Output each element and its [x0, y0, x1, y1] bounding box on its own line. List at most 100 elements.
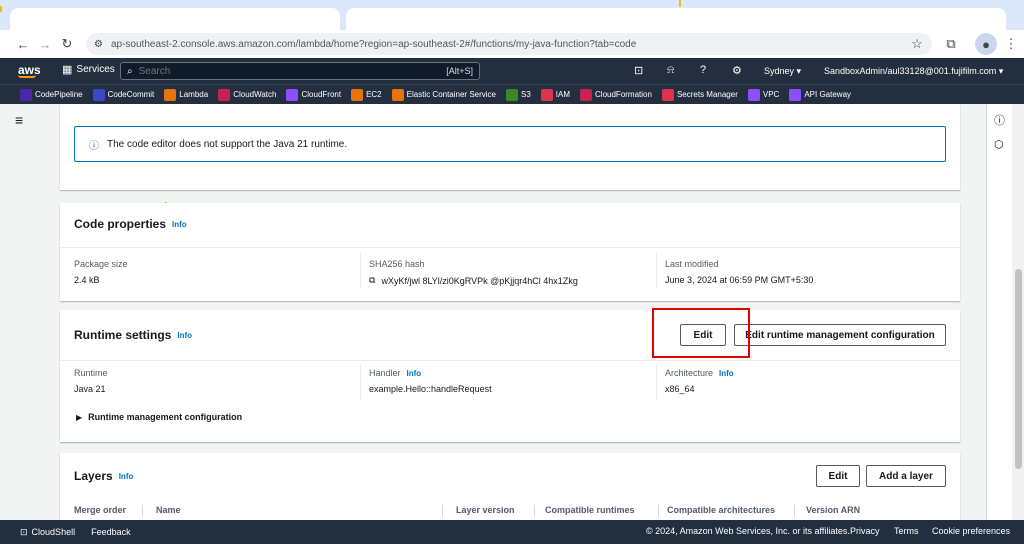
favorite-s3[interactable]: S3 [506, 88, 531, 101]
code-properties-title: Code properties [74, 217, 167, 231]
service-icon [351, 88, 364, 101]
favorite-cloudfront[interactable]: CloudFront [286, 88, 342, 101]
divider [60, 247, 960, 248]
favorite-ec2[interactable]: EC2 [351, 88, 382, 101]
favorite-label: API Gateway [804, 90, 852, 99]
favorite-codecommit[interactable]: CodeCommit [92, 88, 154, 101]
layers-info-link[interactable]: Info [119, 472, 134, 481]
reload-icon[interactable]: ↻ [56, 33, 78, 55]
browser-tab-area [346, 8, 1006, 30]
menu-hamburger-icon[interactable]: ≡ [15, 112, 23, 128]
handler-value: example.Hello::handleRequest [369, 384, 492, 394]
runtime-management-expander-label: Runtime management configuration [88, 412, 243, 422]
favorite-cloudwatch[interactable]: CloudWatch [218, 88, 277, 101]
service-icon [92, 88, 105, 101]
copy-icon[interactable]: ⧉ [369, 275, 375, 286]
column-divider [442, 505, 443, 517]
runtime-value: Java 21 [74, 384, 106, 394]
service-icon [580, 88, 593, 101]
privacy-link[interactable]: Privacy [850, 526, 880, 536]
service-icon [218, 88, 231, 101]
add-layer-button[interactable]: Add a layer [866, 465, 946, 487]
favorite-api-gateway[interactable]: API Gateway [789, 88, 852, 101]
column-compatible-runtimes[interactable]: Compatible runtimes [545, 505, 635, 515]
favorite-vpc[interactable]: VPC [747, 88, 779, 101]
layers-edit-button[interactable]: Edit [816, 465, 860, 487]
search-input[interactable] [138, 65, 419, 77]
favorite-cloudformation[interactable]: CloudFormation [580, 88, 652, 101]
cloudshell-icon[interactable]: ⊡ [634, 64, 643, 77]
runtime-management-expander[interactable]: ▶ Runtime management configuration [76, 412, 242, 422]
browser-tab[interactable] [10, 8, 340, 30]
search-shortcut: [Alt+S] [446, 66, 473, 76]
architecture-info-link[interactable]: Info [719, 369, 734, 378]
favorite-secrets-manager[interactable]: Secrets Manager [661, 88, 738, 101]
favorite-label: CodePipeline [35, 90, 83, 99]
url-box[interactable]: ⚙ ap-southeast-2.console.aws.amazon.com/… [86, 33, 932, 55]
cookie-preferences-link[interactable]: Cookie preferences [932, 526, 1010, 536]
favorite-codepipeline[interactable]: CodePipeline [20, 88, 83, 101]
runtime-label: Runtime [74, 368, 108, 378]
handler-label: Handler [369, 368, 401, 378]
favorite-iam[interactable]: IAM [540, 88, 570, 101]
scrollbar-thumb[interactable] [1015, 269, 1022, 469]
service-icon [20, 88, 32, 101]
service-icon [540, 88, 553, 101]
feedback-link[interactable]: Feedback [91, 527, 131, 537]
caret-right-icon: ▶ [76, 412, 83, 422]
browser-menu-icon[interactable]: ⋮ [1000, 33, 1022, 55]
site-info-icon[interactable]: ⚙ [94, 39, 103, 50]
code-properties-info-link[interactable]: Info [172, 220, 187, 229]
layers-panel: Layers Info Edit Add a layer Merge order… [60, 453, 960, 520]
layers-table-header: Merge order Name Layer version Compatibl… [74, 505, 954, 519]
bookmark-star-icon[interactable]: ☆ [906, 33, 928, 55]
copyright-text: © 2024, Amazon Web Services, Inc. or its… [646, 526, 850, 536]
edit-runtime-management-button[interactable]: Edit runtime management configuration [734, 324, 946, 346]
column-name[interactable]: Name [156, 505, 181, 515]
page-scrollbar[interactable] [1012, 104, 1024, 520]
console-footer: ⊡ CloudShell Feedback © 2024, Amazon Web… [0, 520, 1024, 544]
services-menu[interactable]: ▦ Services [62, 63, 115, 76]
url-text: ap-southeast-2.console.aws.amazon.com/la… [110, 38, 637, 50]
favorite-label: S3 [521, 90, 531, 99]
forward-icon[interactable]: → [34, 33, 56, 55]
cloudshell-footer-icon: ⊡ [20, 526, 28, 537]
favorite-label: CloudWatch [233, 90, 277, 99]
column-compatible-architectures[interactable]: Compatible architectures [667, 505, 775, 515]
favorite-label: Secrets Manager [676, 90, 738, 99]
column-version-arn[interactable]: Version ARN [806, 505, 860, 515]
terms-link[interactable]: Terms [894, 526, 919, 536]
layers-title: Layers [74, 469, 113, 483]
favorite-label: Elastic Container Service [406, 90, 496, 99]
divider [656, 253, 657, 289]
cloudshell-link[interactable]: ⊡ CloudShell [20, 527, 75, 538]
settings-panel-icon[interactable]: ⬡ [994, 138, 1004, 151]
settings-gear-icon[interactable]: ⚙ [732, 64, 742, 77]
service-icon [286, 88, 299, 101]
code-source-panel: ⓘ The code editor does not support the J… [60, 104, 960, 190]
info-panel-icon[interactable]: ⓘ [994, 112, 1005, 128]
notifications-bell-icon[interactable]: ⍾ [667, 64, 674, 77]
column-divider [534, 505, 535, 517]
aws-logo[interactable]: aws [18, 64, 41, 78]
aws-search[interactable]: ⌕ [Alt+S] [120, 62, 480, 80]
extensions-icon[interactable]: ⧉ [940, 33, 962, 55]
column-merge-order[interactable]: Merge order [74, 505, 126, 515]
account-menu[interactable]: SandboxAdmin/aul33128@001.fujifilm.com ▾ [824, 66, 1003, 77]
handler-info-link[interactable]: Info [407, 369, 422, 378]
runtime-settings-info-link[interactable]: Info [177, 331, 192, 340]
favorite-label: CloudFront [301, 90, 342, 99]
favorites-bar: CodePipeline CodeCommit Lambda CloudWatch Cl… [0, 84, 1024, 104]
help-icon[interactable]: ? [700, 64, 706, 76]
grid-icon: ▦ [62, 64, 73, 76]
column-layer-version[interactable]: Layer version [456, 505, 515, 515]
address-bar: ← → ↻ ⚙ ap-southeast-2.console.aws.amazo… [0, 30, 1024, 58]
region-selector[interactable]: Sydney ▾ [764, 66, 801, 77]
favorite-elastic-container-service[interactable]: Elastic Container Service [391, 88, 496, 101]
column-divider [142, 505, 143, 517]
back-icon[interactable]: ← [12, 33, 34, 55]
browser-tab-strip [0, 0, 1024, 30]
profile-avatar-icon[interactable]: ● [975, 33, 997, 55]
aws-top-nav: aws ▦ Services ⌕ [Alt+S] ⊡ ⍾ ? ⚙ Sydney … [0, 58, 1024, 84]
favorite-lambda[interactable]: Lambda [164, 88, 208, 101]
